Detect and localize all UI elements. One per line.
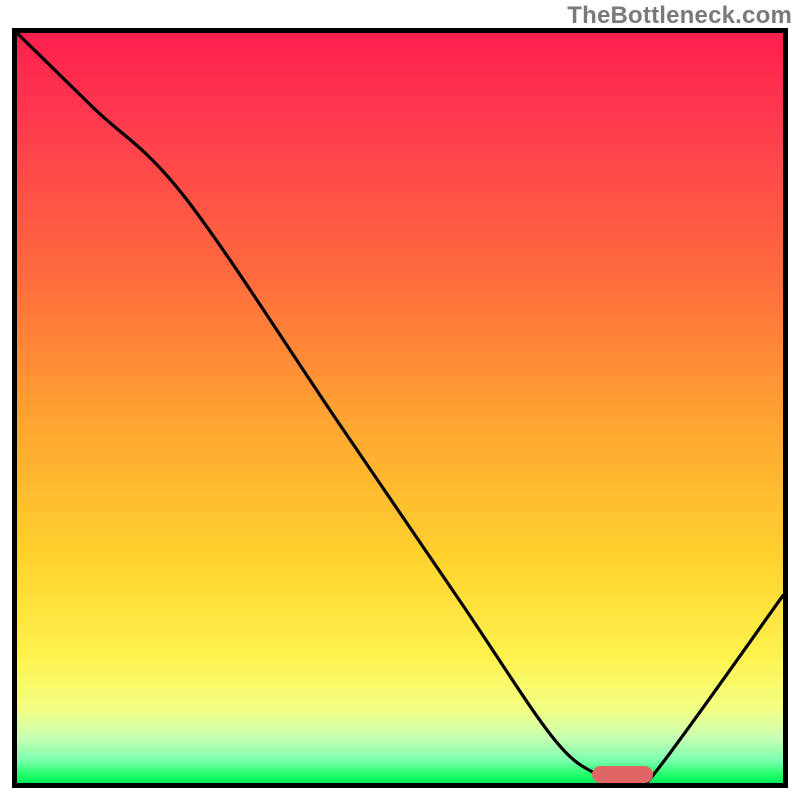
plot-area [12,28,788,788]
curve-layer [17,33,783,783]
chart-frame: TheBottleneck.com [0,0,800,800]
watermark-text: TheBottleneck.com [567,2,792,30]
optimal-marker [592,766,653,783]
bottleneck-curve-path [17,33,783,783]
